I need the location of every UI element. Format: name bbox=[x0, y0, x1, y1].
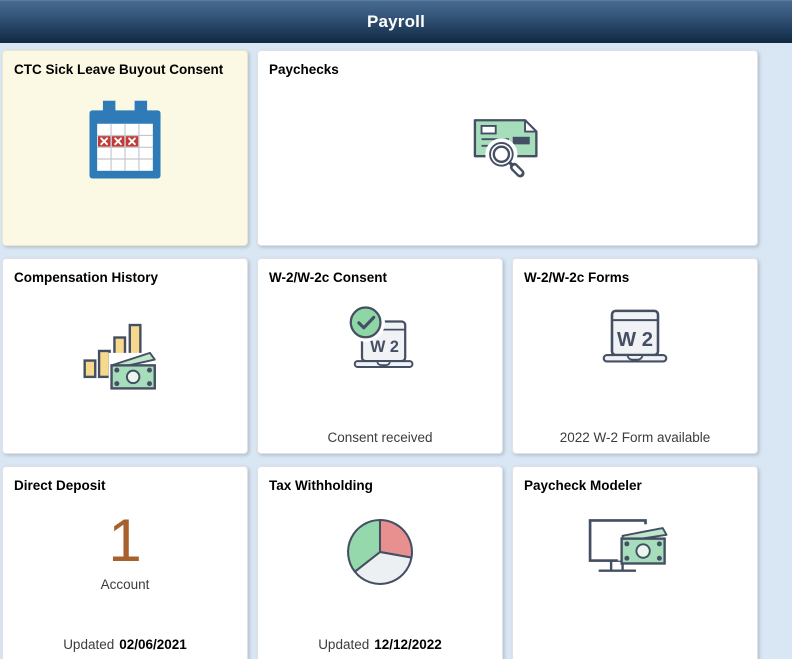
page-title: Payroll bbox=[367, 12, 425, 32]
laptop-w2-check-icon: W 2 bbox=[335, 299, 425, 389]
tile-compensation-history[interactable]: Compensation History bbox=[2, 258, 248, 454]
tile-direct-deposit[interactable]: Direct Deposit 1 Account Updated 02/06/20… bbox=[2, 466, 248, 659]
tile-title: Direct Deposit bbox=[3, 467, 247, 494]
tile-ctc-sick-leave-buyout-consent[interactable]: CTC Sick Leave Buyout Consent bbox=[2, 50, 248, 246]
bar-chart-money-icon bbox=[77, 302, 173, 398]
calendar-crossed-days-icon bbox=[77, 94, 173, 190]
account-count-label: Account bbox=[3, 577, 247, 592]
tile-title: W-2/W-2c Forms bbox=[513, 259, 757, 286]
updated-date: 12/12/2022 bbox=[374, 637, 442, 652]
tile-paychecks[interactable]: Paychecks bbox=[257, 50, 758, 246]
tile-caption: Consent received bbox=[258, 430, 502, 445]
tile-title: Compensation History bbox=[3, 259, 247, 286]
monitor-money-icon bbox=[582, 509, 688, 595]
tile-title: CTC Sick Leave Buyout Consent bbox=[3, 51, 247, 78]
tile-tax-withholding[interactable]: Tax Withholding Updated 12/12/2022 bbox=[257, 466, 503, 659]
tile-title: W-2/W-2c Consent bbox=[258, 259, 502, 286]
tile-w2-w2c-consent[interactable]: W-2/W-2c Consent W 2 Consent received bbox=[257, 258, 503, 454]
tile-title: Paycheck Modeler bbox=[513, 467, 757, 494]
svg-text:W 2: W 2 bbox=[617, 329, 653, 351]
laptop-w2-icon: W 2 bbox=[589, 302, 681, 386]
tile-grid: CTC Sick Leave Buyout Consent bbox=[0, 50, 792, 659]
tile-title: Paychecks bbox=[258, 51, 757, 78]
page-header: Payroll bbox=[0, 0, 792, 43]
tile-w2-w2c-forms[interactable]: W-2/W-2c Forms W 2 2022 W-2 Form availab… bbox=[512, 258, 758, 454]
tile-paycheck-modeler[interactable]: Paycheck Modeler bbox=[512, 466, 758, 659]
updated-status: Updated 02/06/2021 bbox=[3, 637, 247, 652]
tile-caption: 2022 W-2 Form available bbox=[513, 430, 757, 445]
updated-date: 02/06/2021 bbox=[119, 637, 187, 652]
updated-label: Updated bbox=[318, 637, 369, 652]
account-count: 1 bbox=[3, 511, 247, 571]
updated-label: Updated bbox=[63, 637, 114, 652]
tile-title: Tax Withholding bbox=[258, 467, 502, 494]
paycheck-magnifier-icon bbox=[456, 94, 560, 190]
svg-text:W 2: W 2 bbox=[370, 338, 399, 356]
updated-status: Updated 12/12/2022 bbox=[258, 637, 502, 652]
pie-chart-icon bbox=[339, 511, 421, 593]
